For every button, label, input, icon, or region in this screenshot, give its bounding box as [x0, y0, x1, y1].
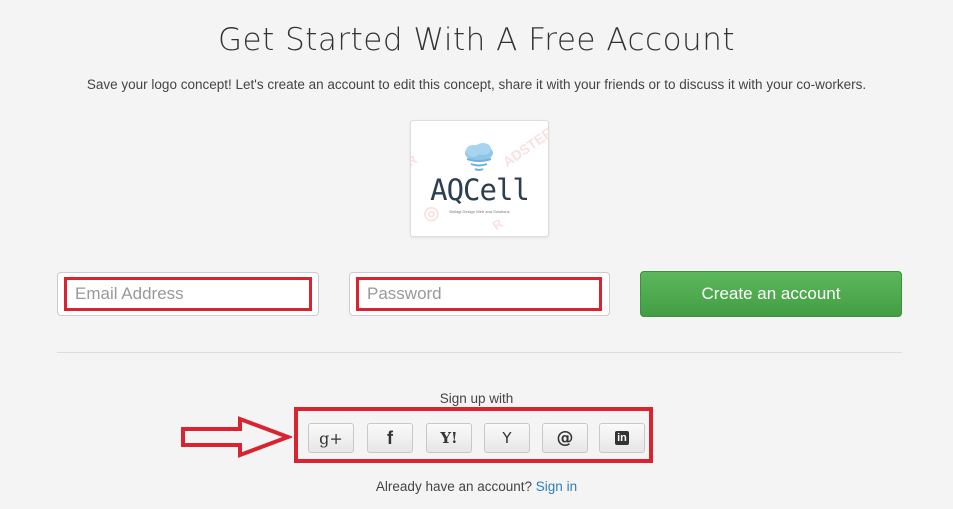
linkedin-icon: in [615, 431, 629, 445]
yahoo-button[interactable]: Y! [426, 423, 472, 453]
logo-tagline: Bellagi Design Web and Solutions [449, 209, 510, 214]
sign-up-with-label: Sign up with [439, 391, 514, 406]
logo-name: AQCell [430, 173, 530, 207]
facebook-icon: f [387, 427, 393, 448]
watermark: R [489, 215, 506, 234]
password-field[interactable] [356, 277, 602, 311]
sign-in-prompt: Already have an account? Sign in [0, 479, 953, 494]
sign-in-link[interactable]: Sign in [536, 479, 577, 494]
hacker-news-icon: Y [502, 429, 512, 447]
google-plus-button[interactable]: g+ [308, 423, 354, 453]
watermark: ADSTER [499, 123, 549, 171]
divider [57, 352, 902, 353]
google-plus-icon: g+ [319, 428, 343, 448]
email-field[interactable] [64, 277, 312, 311]
cloud-icon [465, 143, 493, 171]
logo-preview-card: R ADSTER R ◎ AQCell Bellagi Design Web a… [410, 120, 549, 237]
linkedin-button[interactable]: in [599, 423, 645, 453]
facebook-button[interactable]: f [367, 423, 413, 453]
email-field-container [57, 272, 319, 316]
page-title: Get Started With A Free Account [217, 22, 736, 58]
hacker-news-button[interactable]: Y [484, 423, 530, 453]
watermark: R [410, 151, 420, 170]
create-account-button[interactable]: Create an account [640, 271, 902, 317]
email-icon: @ [556, 428, 574, 448]
password-field-container [349, 272, 610, 316]
already-have-account-text: Already have an account? [375, 479, 533, 494]
social-signup-group: g+ f Y! Y @ in [294, 407, 653, 463]
page-subtitle: Save your logo concept! Let's create an … [86, 77, 867, 92]
yahoo-icon: Y! [440, 429, 458, 447]
arrow-annotation-icon [181, 416, 292, 458]
email-button[interactable]: @ [542, 423, 588, 453]
